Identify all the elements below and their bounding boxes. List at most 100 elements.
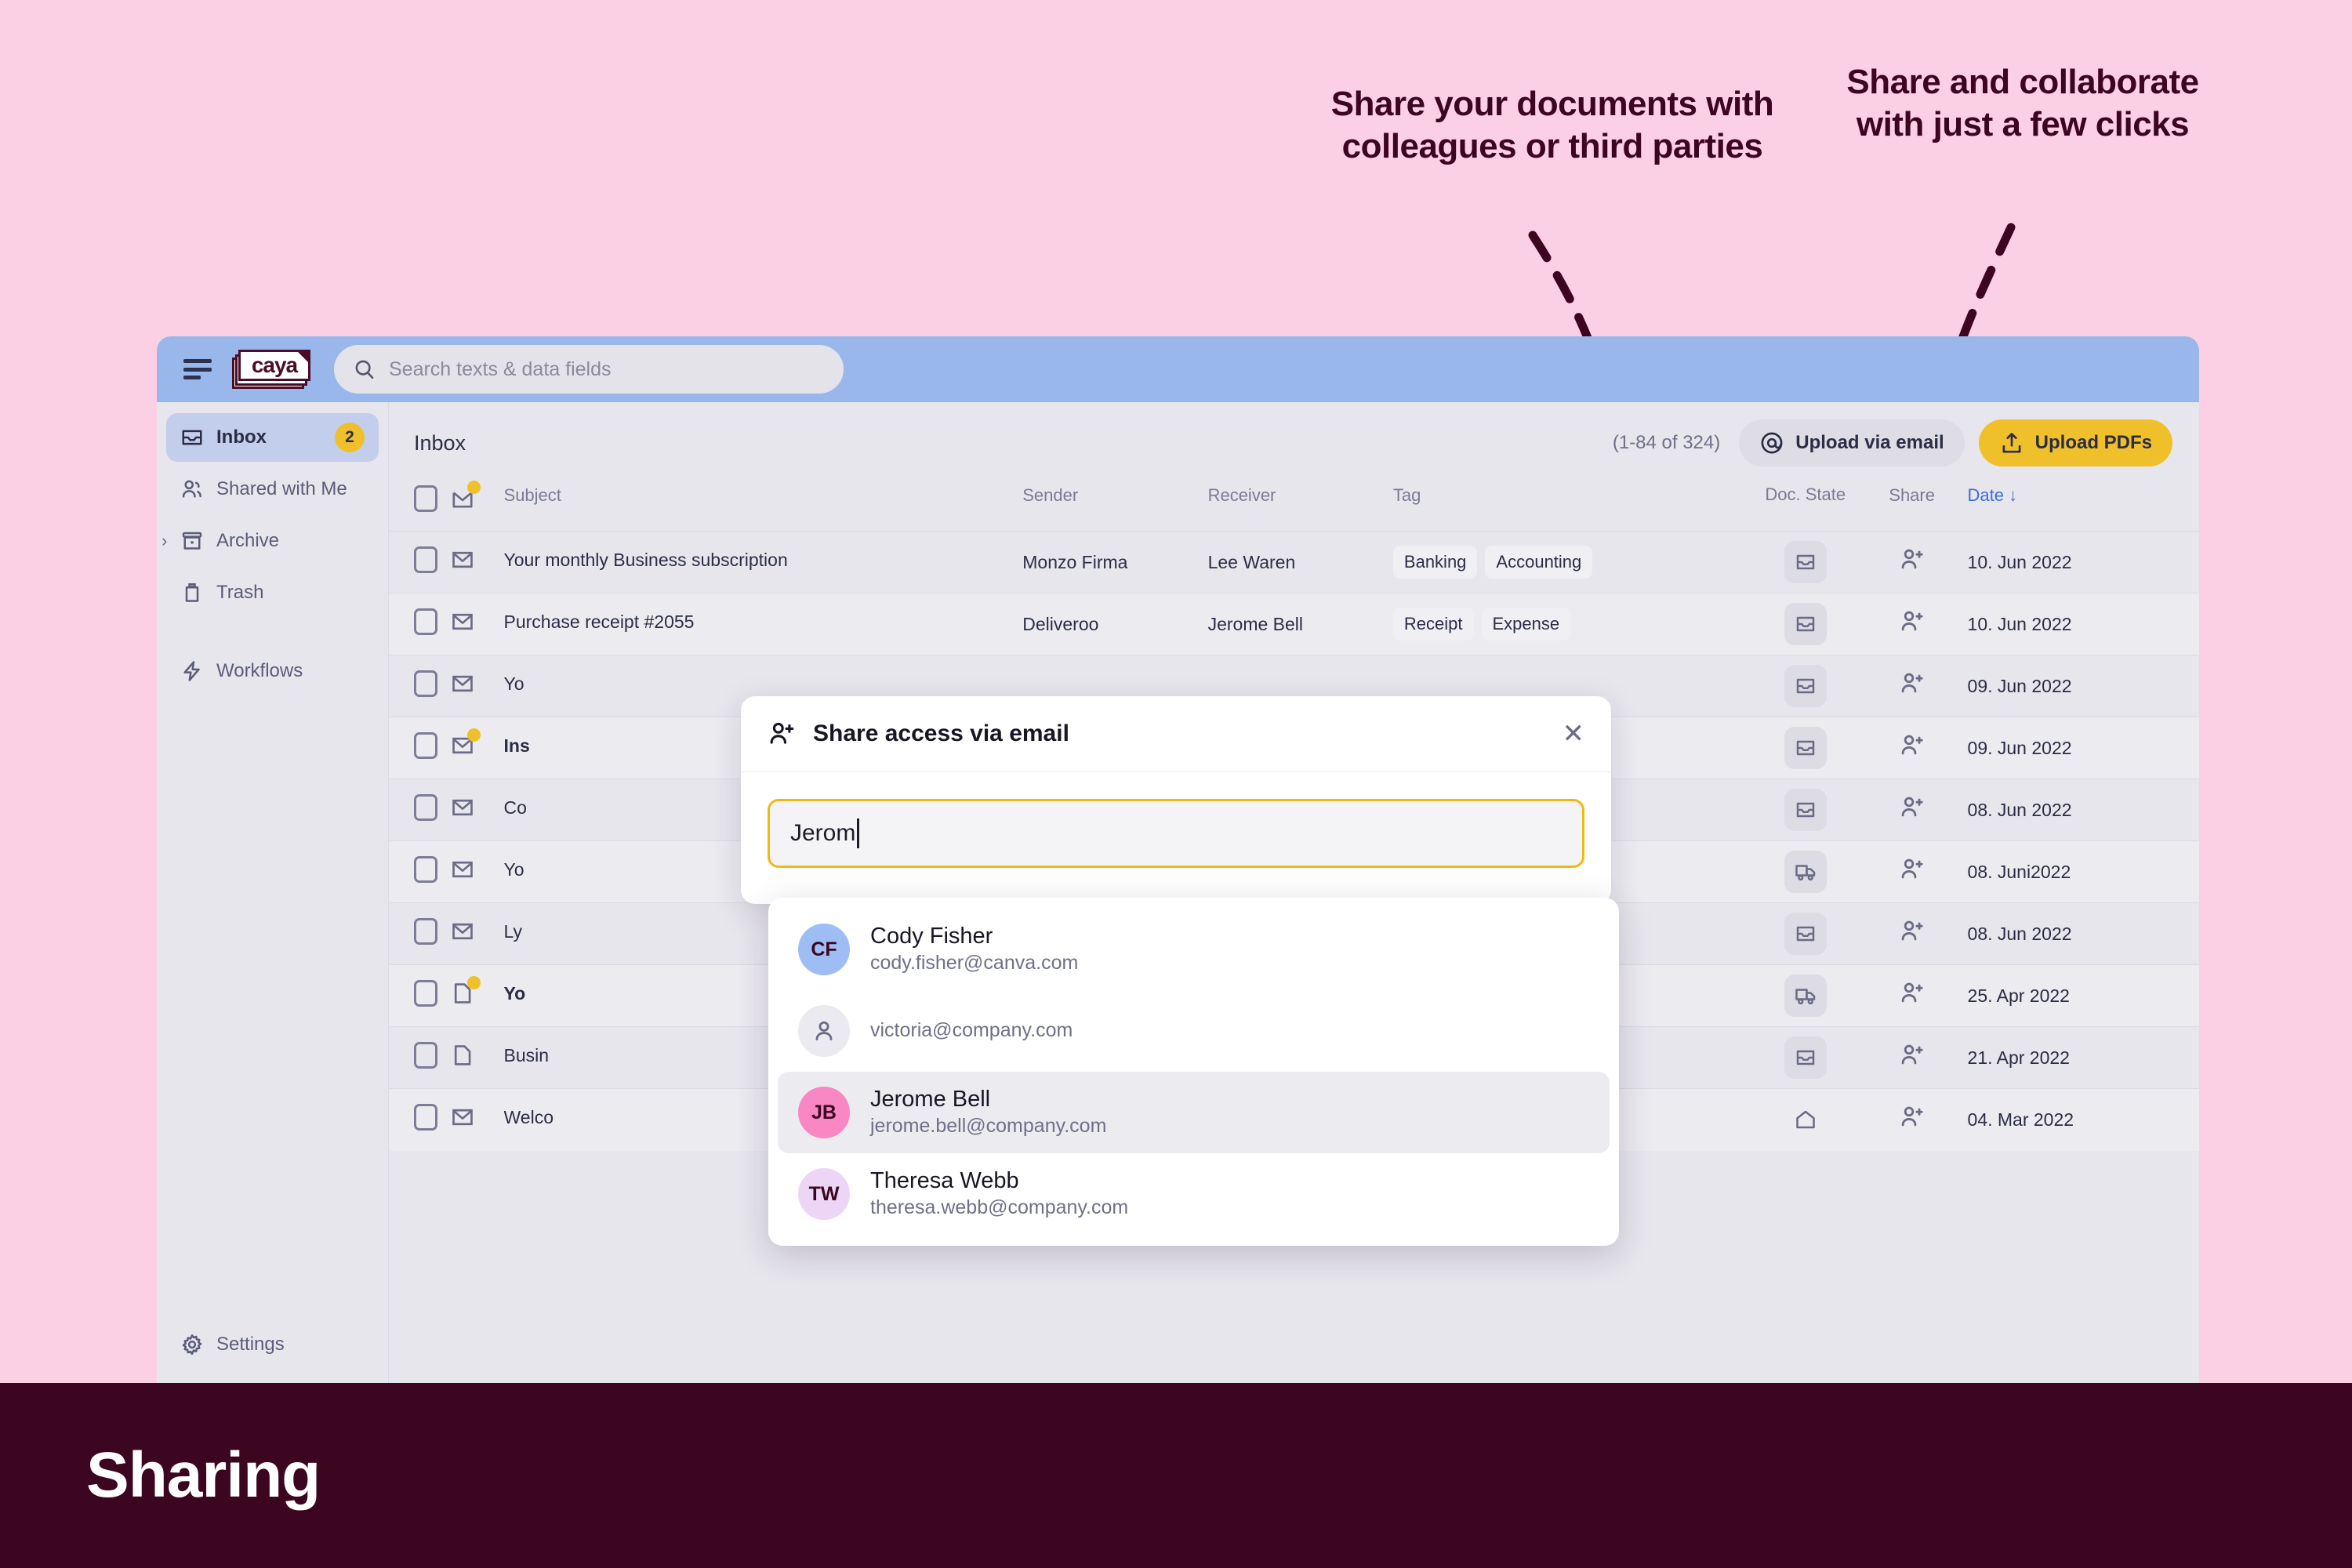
hamburger-icon[interactable] xyxy=(183,359,212,379)
share-icon[interactable] xyxy=(1899,619,1926,639)
row-share[interactable] xyxy=(1857,965,1968,1027)
chevron-right-icon[interactable]: › xyxy=(162,531,167,551)
row-doc-state[interactable] xyxy=(1755,1027,1857,1089)
truck-icon[interactable] xyxy=(1784,851,1827,893)
home-icon[interactable] xyxy=(1784,1098,1827,1141)
sidebar-item-settings[interactable]: Settings xyxy=(166,1320,379,1369)
search-input[interactable]: Search texts & data fields xyxy=(334,345,844,394)
tag-chip[interactable]: Banking xyxy=(1393,546,1478,579)
inbox-icon[interactable] xyxy=(1784,541,1827,583)
row-select-cell[interactable] xyxy=(389,965,450,1027)
sidebar-item-shared-with-me[interactable]: Shared with Me xyxy=(166,465,379,514)
row-checkbox[interactable] xyxy=(414,794,437,821)
share-icon[interactable] xyxy=(1899,804,1926,825)
row-checkbox[interactable] xyxy=(414,670,437,697)
share-email-input[interactable]: Jerom xyxy=(768,799,1584,868)
share-icon[interactable] xyxy=(1899,1114,1926,1134)
row-checkbox[interactable] xyxy=(414,1042,437,1069)
suggestion-item[interactable]: victoria@company.com xyxy=(778,990,1610,1072)
row-select-cell[interactable] xyxy=(389,593,450,655)
row-doc-state[interactable] xyxy=(1755,1089,1857,1151)
row-checkbox[interactable] xyxy=(414,732,437,759)
row-checkbox[interactable] xyxy=(414,856,437,883)
row-doc-state[interactable] xyxy=(1755,841,1857,903)
suggestion-item[interactable]: JBJerome Belljerome.bell@company.com xyxy=(778,1072,1610,1153)
row-select-cell[interactable] xyxy=(389,1089,450,1151)
share-icon[interactable] xyxy=(1899,557,1926,577)
row-checkbox[interactable] xyxy=(414,546,437,573)
doc-state-header[interactable]: Doc. State xyxy=(1755,474,1857,532)
row-share[interactable] xyxy=(1857,532,1968,593)
row-select-cell[interactable] xyxy=(389,903,450,965)
share-icon[interactable] xyxy=(1899,990,1926,1011)
upload-pdfs-button[interactable]: Upload PDFs xyxy=(1979,419,2172,466)
row-select-cell[interactable] xyxy=(389,1027,450,1089)
sidebar-item-workflows[interactable]: Workflows xyxy=(166,647,379,695)
tag-chip[interactable]: Expense xyxy=(1482,608,1571,641)
inbox-icon[interactable] xyxy=(1784,789,1827,831)
row-checkbox[interactable] xyxy=(414,1104,437,1131)
subject-header[interactable]: Subject xyxy=(504,474,1023,532)
suggestion-item[interactable]: TWTheresa Webbtheresa.webb@company.com xyxy=(778,1153,1610,1235)
share-header[interactable]: Share xyxy=(1857,474,1968,532)
row-select-cell[interactable] xyxy=(389,779,450,841)
row-type-cell xyxy=(450,1027,504,1089)
row-select-cell[interactable] xyxy=(389,841,450,903)
date-header[interactable]: Date ↓ xyxy=(1968,474,2199,532)
avatar: JB xyxy=(798,1087,850,1138)
read-state-header[interactable] xyxy=(450,474,504,532)
inbox-icon[interactable] xyxy=(1784,1036,1827,1079)
row-doc-state[interactable] xyxy=(1755,779,1857,841)
row-select-cell[interactable] xyxy=(389,532,450,593)
share-icon[interactable] xyxy=(1899,928,1926,949)
sender-header[interactable]: Sender xyxy=(1022,474,1207,532)
row-share[interactable] xyxy=(1857,1089,1968,1151)
row-share[interactable] xyxy=(1857,655,1968,717)
share-icon[interactable] xyxy=(1899,681,1926,701)
row-doc-state[interactable] xyxy=(1755,903,1857,965)
row-select-cell[interactable] xyxy=(389,717,450,779)
row-doc-state[interactable] xyxy=(1755,593,1857,655)
row-subject[interactable]: Your monthly Business subscription xyxy=(504,532,1023,593)
share-icon[interactable] xyxy=(1899,866,1926,887)
inbox-icon[interactable] xyxy=(1784,913,1827,955)
receiver-header[interactable]: Receiver xyxy=(1208,474,1393,532)
row-checkbox[interactable] xyxy=(414,918,437,945)
row-checkbox[interactable] xyxy=(414,608,437,635)
tag-chip[interactable]: Receipt xyxy=(1393,608,1474,641)
row-select-cell[interactable] xyxy=(389,655,450,717)
table-row[interactable]: Your monthly Business subscriptionMonzo … xyxy=(389,532,2199,593)
row-doc-state[interactable] xyxy=(1755,965,1857,1027)
suggestion-item[interactable]: CFCody Fishercody.fisher@canva.com xyxy=(778,909,1610,990)
row-share[interactable] xyxy=(1857,841,1968,903)
row-doc-state[interactable] xyxy=(1755,717,1857,779)
select-all-checkbox[interactable] xyxy=(414,485,437,512)
suggestion-email: victoria@company.com xyxy=(870,1018,1073,1044)
row-share[interactable] xyxy=(1857,779,1968,841)
tag-chip[interactable]: Accounting xyxy=(1485,546,1592,579)
share-icon[interactable] xyxy=(1899,1052,1926,1073)
truck-icon[interactable] xyxy=(1784,975,1827,1017)
row-share[interactable] xyxy=(1857,1027,1968,1089)
row-share[interactable] xyxy=(1857,717,1968,779)
sidebar-item-trash[interactable]: Trash xyxy=(166,568,379,617)
table-row[interactable]: Purchase receipt #2055DeliverooJerome Be… xyxy=(389,593,2199,655)
row-share[interactable] xyxy=(1857,593,1968,655)
inbox-icon[interactable] xyxy=(1784,665,1827,707)
envelope-icon xyxy=(450,919,475,949)
row-subject[interactable]: Purchase receipt #2055 xyxy=(504,593,1023,655)
close-icon[interactable]: ✕ xyxy=(1563,720,1585,747)
person-add-icon xyxy=(768,720,796,748)
share-icon[interactable] xyxy=(1899,742,1926,763)
row-doc-state[interactable] xyxy=(1755,532,1857,593)
inbox-icon[interactable] xyxy=(1784,603,1827,645)
sidebar-item-archive[interactable]: › Archive xyxy=(166,517,379,565)
tag-header[interactable]: Tag xyxy=(1393,474,1755,532)
select-all-header[interactable] xyxy=(389,474,450,532)
inbox-icon[interactable] xyxy=(1784,727,1827,769)
row-checkbox[interactable] xyxy=(414,980,437,1007)
sidebar-item-inbox[interactable]: Inbox 2 xyxy=(166,413,379,462)
row-share[interactable] xyxy=(1857,903,1968,965)
row-doc-state[interactable] xyxy=(1755,655,1857,717)
upload-via-email-button[interactable]: Upload via email xyxy=(1739,419,1964,466)
